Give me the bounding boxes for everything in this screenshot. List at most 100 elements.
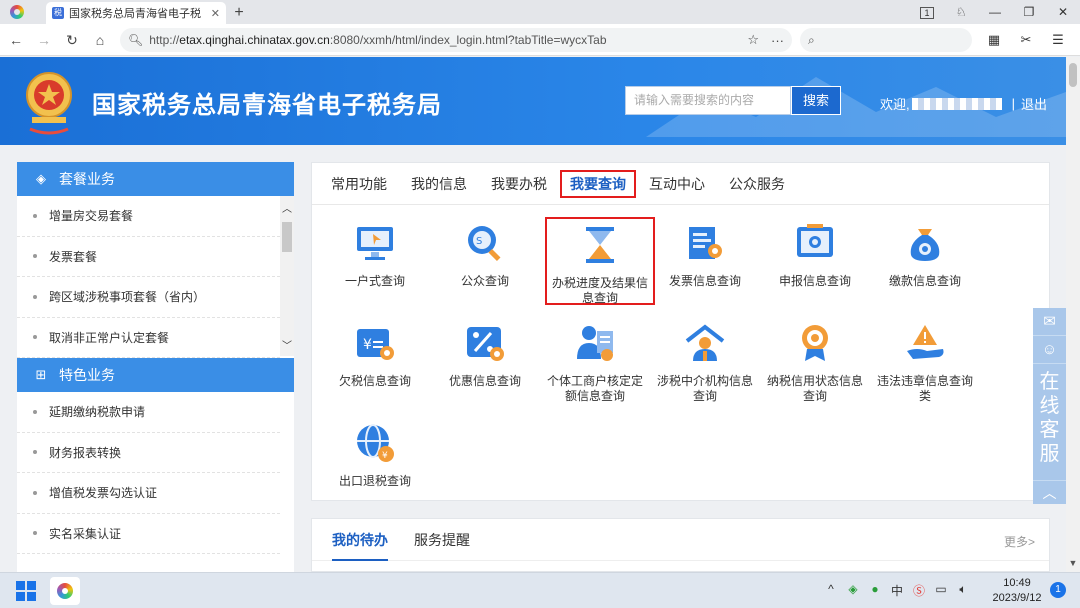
invoice-icon	[689, 227, 722, 259]
minimize-icon[interactable]: —	[978, 0, 1012, 24]
tab-my-todo[interactable]: 我的待办	[332, 519, 388, 561]
query-item[interactable]: 发票信息查询	[650, 211, 760, 307]
money-bag-icon	[910, 229, 940, 261]
site-search-input[interactable]: 请输入需要搜索的内容	[625, 86, 791, 115]
query-item[interactable]: 申报信息查询	[760, 211, 870, 307]
volume-icon[interactable]: 🔈︎	[952, 582, 974, 599]
forward-icon[interactable]: →	[32, 28, 56, 52]
browser-logo-icon[interactable]	[0, 0, 34, 24]
tab-service-reminder[interactable]: 服务提醒	[414, 519, 470, 561]
agency-house-icon	[685, 324, 725, 361]
tax-emblem-logo	[26, 72, 72, 135]
back-icon[interactable]: ←	[4, 28, 28, 52]
query-item[interactable]: S 公众查询	[430, 211, 540, 307]
weibo-icon[interactable]: ☺	[1033, 336, 1066, 364]
restore-icon[interactable]: ❐	[1012, 0, 1046, 24]
sidebar-scrollbar[interactable]: ︿ ﹀	[280, 196, 294, 356]
site-search-button[interactable]: 搜索	[791, 86, 841, 115]
tab-close-icon[interactable]: ✕	[211, 7, 220, 20]
query-item[interactable]: 一户式查询	[320, 211, 430, 307]
function-tabs: 常用功能 我的信息 我要办税 我要查询 互动中心 公众服务	[312, 163, 1049, 205]
site-info-icon[interactable]: 🔍︎	[128, 33, 143, 47]
tab-interaction[interactable]: 互动中心	[638, 174, 716, 194]
address-bar[interactable]: 🔍︎ http://etax.qinghai.chinatax.gov.cn:8…	[120, 28, 792, 52]
page-scrollbar-thumb[interactable]	[1069, 63, 1077, 87]
home-icon[interactable]: ⌂	[88, 28, 112, 52]
query-item-highlighted[interactable]: 办税进度及结果信息查询	[545, 217, 655, 305]
site-title: 国家税务总局青海省电子税务局	[92, 92, 442, 119]
query-item[interactable]: 优惠信息查询	[430, 311, 540, 407]
query-item[interactable]: ¥ 欠税信息查询	[320, 311, 430, 407]
browser-tab-title: 国家税务总局青海省电子税	[69, 8, 201, 20]
sidebar-item[interactable]: 增值税发票勾选认证	[17, 473, 280, 514]
browser-taskbar-icon[interactable]	[50, 577, 80, 605]
sidebar-item[interactable]: 财务报表转换	[17, 433, 280, 473]
tab-query[interactable]: 我要查询	[560, 169, 636, 198]
security-app-icon[interactable]: ●	[864, 582, 886, 599]
sidebar-item[interactable]: 跨区域涉税事项套餐（省内）	[17, 277, 280, 318]
online-service-label[interactable]: 在 线 客 服	[1033, 364, 1066, 466]
person-document-icon	[577, 326, 613, 361]
credit-medal-icon	[802, 325, 828, 361]
system-tray: ^ ◈ ● 中 Ⓢ ▭ 🔈︎	[820, 582, 974, 599]
bullet-icon	[33, 450, 37, 455]
apps-grid-icon[interactable]: ▦	[978, 28, 1010, 52]
close-window-icon[interactable]: ✕	[1046, 0, 1080, 24]
query-item[interactable]: 违法违章信息查询类	[870, 311, 980, 407]
notification-badge[interactable]: 1	[1050, 582, 1066, 598]
shirt-skin-icon[interactable]: ♘	[944, 0, 978, 24]
query-item[interactable]: 缴款信息查询	[870, 211, 980, 307]
query-item[interactable]: 纳税信用状态信息查询	[760, 311, 870, 407]
tab-my-info[interactable]: 我的信息	[400, 174, 478, 194]
browser-search-box[interactable]: ⌕	[800, 28, 972, 52]
wechat-icon[interactable]: ✉	[1033, 308, 1066, 336]
sidebar-scrollbar-thumb[interactable]	[282, 222, 292, 252]
tab-count-icon[interactable]: 1	[910, 0, 944, 24]
page-scrollbar[interactable]: ▼	[1066, 57, 1080, 572]
sidebar-item-label: 增值税发票勾选认证	[49, 486, 158, 501]
shield-icon[interactable]: ◈	[842, 582, 864, 599]
grid-icon: ⊞	[35, 367, 47, 382]
tab-common[interactable]: 常用功能	[320, 174, 398, 194]
bullet-icon	[33, 335, 37, 340]
query-item[interactable]: 涉税中介机构信息查询	[650, 311, 760, 407]
reload-icon[interactable]: ↻	[60, 28, 84, 52]
scissors-icon[interactable]: ✂	[1010, 28, 1042, 52]
windows-start-icon[interactable]	[16, 581, 36, 601]
sidebar-item[interactable]: 取消非正常户认定套餐	[17, 318, 280, 358]
url-text[interactable]: http://etax.qinghai.chinatax.gov.cn:8080…	[149, 33, 735, 47]
sidebar-group-title: 特色业务	[59, 367, 115, 383]
more-options-icon[interactable]: ···	[771, 33, 784, 48]
sidebar-item[interactable]: 发票套餐	[17, 237, 280, 277]
system-clock[interactable]: 10:49 2023/9/12	[990, 576, 1044, 606]
bullet-icon	[33, 213, 37, 218]
scroll-down-icon[interactable]: ▼	[1066, 558, 1080, 568]
chevron-down-icon[interactable]: ﹀	[280, 337, 294, 352]
chevron-up-icon[interactable]: ︿	[280, 200, 294, 215]
app-s-icon[interactable]: Ⓢ	[908, 582, 930, 599]
bullet-icon	[33, 490, 37, 495]
more-link[interactable]: 更多>	[1004, 533, 1035, 550]
ime-icon[interactable]: 中	[886, 582, 908, 599]
tab-handle-tax[interactable]: 我要办税	[480, 174, 558, 194]
sidebar-group-featured[interactable]: ⊞ 特色业务	[17, 358, 294, 392]
online-service-float[interactable]: ✉ ☺ 在 线 客 服 ︿	[1033, 308, 1066, 504]
tab-public-service[interactable]: 公众服务	[718, 174, 796, 194]
new-tab-button[interactable]: +	[228, 2, 250, 24]
back-to-top-icon[interactable]: ︿	[1033, 480, 1066, 504]
sidebar-item[interactable]: 延期缴纳税款申请	[17, 392, 280, 433]
logout-link[interactable]: 退出	[1021, 94, 1047, 113]
monitor-icon	[357, 227, 393, 260]
bookmark-star-icon[interactable]: ☆	[747, 32, 759, 48]
declaration-icon	[797, 224, 833, 257]
sidebar-group-package[interactable]: ◈ 套餐业务	[17, 162, 294, 196]
tray-expand-icon[interactable]: ^	[820, 582, 842, 599]
sidebar-item[interactable]: 实名采集认证	[17, 514, 280, 554]
network-icon[interactable]: ▭	[930, 582, 952, 599]
todo-panel: 我的待办 服务提醒 更多>	[311, 518, 1050, 572]
browser-tab[interactable]: 税 国家税务总局青海省电子税 ✕	[46, 2, 226, 24]
menu-icon[interactable]: ☰	[1042, 28, 1074, 52]
sidebar-item[interactable]: 增量房交易套餐	[17, 196, 280, 237]
query-item[interactable]: ¥ 出口退税查询	[320, 411, 430, 507]
query-item[interactable]: 个体工商户核定定额信息查询	[540, 311, 650, 407]
